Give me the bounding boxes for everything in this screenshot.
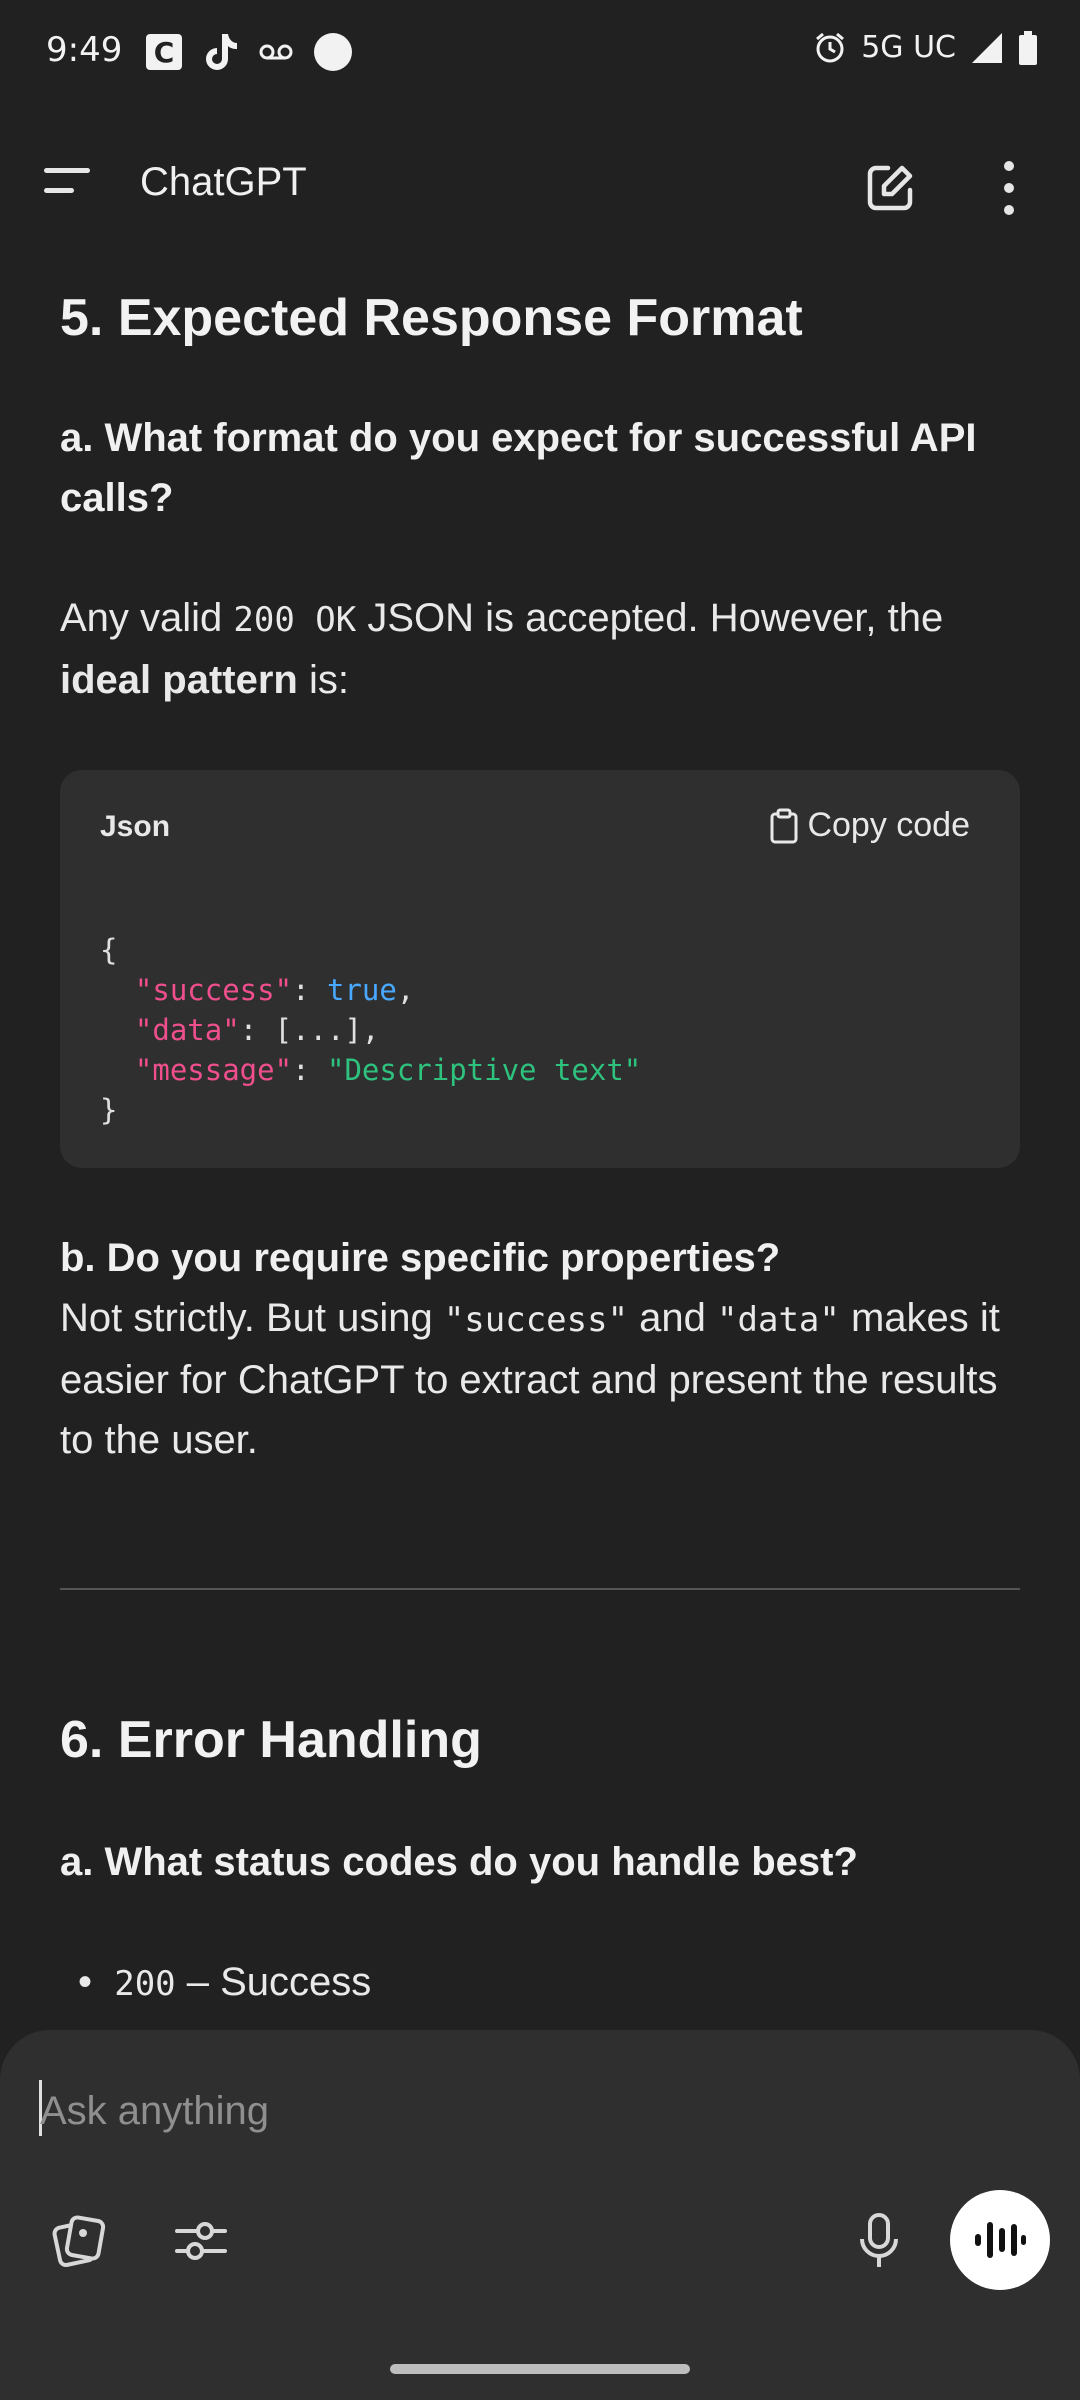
new-chat-icon[interactable]	[862, 160, 918, 216]
divider	[60, 1588, 1020, 1590]
status-right: 5G UC	[813, 30, 1038, 65]
section-6-title: 6. Error Handling	[60, 1711, 482, 1769]
battery-icon	[1019, 30, 1037, 65]
voicemail-icon	[259, 44, 293, 60]
code-value: [...]	[274, 1013, 362, 1047]
question-5a: a. What format do you expect for success…	[60, 416, 977, 520]
app-header: ChatGPT	[0, 120, 1080, 250]
signal-icon	[972, 32, 1002, 63]
voice-mode-button[interactable]	[950, 2190, 1050, 2290]
code-language: Json	[100, 810, 171, 843]
notification-icons: C	[146, 32, 352, 72]
microphone-button[interactable]	[844, 2206, 914, 2276]
code-value: "Descriptive text"	[326, 1053, 642, 1087]
question-6a: a. What status codes do you handle best?	[60, 1840, 858, 1884]
image-attach-icon	[52, 2215, 106, 2268]
menu-icon	[44, 168, 90, 173]
code-line: {	[100, 933, 118, 967]
list-item: • 200 – Success	[78, 1952, 1018, 2014]
inline-code: "success"	[443, 1300, 629, 1340]
network-label: 5G UC	[861, 30, 956, 65]
copy-code-button[interactable]: Copy code	[769, 806, 970, 845]
c-app-icon: C	[146, 34, 182, 70]
attach-image-button[interactable]	[44, 2206, 114, 2276]
menu-icon-line	[44, 188, 74, 193]
menu-button[interactable]	[44, 168, 94, 208]
inline-code: "data"	[717, 1300, 840, 1340]
voice-waveform-icon	[975, 2222, 1026, 2258]
paragraph-format: Any valid 200 OK JSON is accepted. Howev…	[60, 588, 1020, 710]
text: is:	[297, 658, 349, 702]
sliders-icon	[175, 2222, 227, 2260]
code-line: }	[100, 1093, 118, 1127]
app-title: ChatGPT	[140, 160, 307, 204]
bullet: •	[78, 1960, 115, 2004]
composer	[0, 2030, 1080, 2400]
text: – Success	[175, 1960, 372, 2004]
alarm-icon	[816, 32, 845, 62]
text: JSON is accepted. However, the	[356, 596, 944, 640]
code-key: "message"	[134, 1053, 293, 1087]
copy-code-label: Copy code	[807, 806, 970, 844]
code-content: { "success": true, "data": [...], "messa…	[100, 933, 642, 1127]
paragraph-properties: Not strictly. But using "success" and "d…	[60, 1288, 1020, 1470]
bold-text: ideal pattern	[60, 658, 298, 702]
tiktok-icon	[206, 34, 237, 70]
tools-button[interactable]	[166, 2206, 236, 2276]
inline-code: 200	[114, 1964, 176, 2004]
inline-code: 200 OK	[233, 600, 357, 640]
status-bar: 9:49 C 5G UC	[0, 0, 1080, 106]
text: and	[628, 1296, 718, 1340]
text: Not strictly. But using	[60, 1296, 444, 1340]
status-time: 9:49	[46, 30, 123, 70]
microphone-icon	[860, 2213, 898, 2267]
code-value: true	[326, 973, 397, 1007]
code-key: "success"	[134, 973, 293, 1007]
circle-notification-icon	[314, 33, 352, 71]
text: Any valid	[60, 596, 234, 640]
more-options-icon[interactable]	[994, 158, 1024, 218]
code-key: "data"	[134, 1013, 240, 1047]
code-block: Json Copy code { "success": true, "data"…	[60, 770, 1020, 1168]
ask-input[interactable]	[38, 2076, 942, 2146]
question-5b: b. Do you require specific properties?	[60, 1236, 781, 1280]
clipboard-icon	[770, 808, 798, 843]
section-5-title: 5. Expected Response Format	[60, 289, 803, 347]
home-indicator[interactable]	[390, 2364, 690, 2374]
